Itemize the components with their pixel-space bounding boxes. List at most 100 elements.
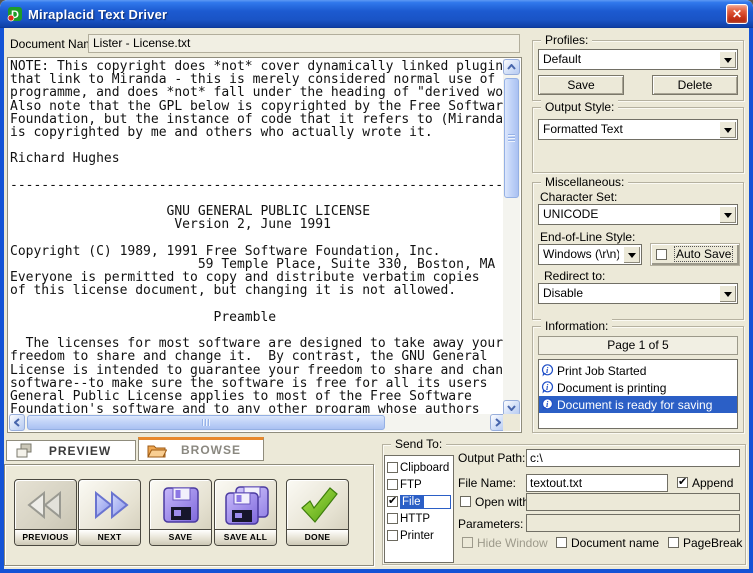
- output-path-label: Output Path:: [458, 451, 526, 465]
- tab-browse-label: BROWSE: [181, 443, 241, 457]
- info-icon: i: [541, 381, 554, 394]
- document-name-checkbox[interactable]: [556, 537, 567, 548]
- close-button[interactable]: ✕: [726, 4, 748, 24]
- chevron-down-icon: [507, 405, 516, 411]
- list-item[interactable]: i Print Job Started: [539, 362, 737, 379]
- send-target-ftp[interactable]: FTP: [385, 476, 453, 493]
- parameters-field[interactable]: [526, 514, 740, 532]
- save-button[interactable]: SAVE: [149, 479, 212, 546]
- scrollbar-corner: [503, 414, 520, 431]
- open-with-checkbox[interactable]: [460, 496, 471, 507]
- tab-preview-label: PREVIEW: [48, 443, 112, 458]
- open-with-label: Open with: [475, 495, 530, 509]
- document-viewer[interactable]: NOTE: This copyright does *not* cover dy…: [7, 57, 522, 433]
- send-to-list[interactable]: Clipboard FTP File HTTP Printer: [384, 455, 454, 563]
- parameters-label: Parameters:: [458, 517, 524, 531]
- next-button[interactable]: NEXT: [78, 479, 141, 546]
- tab-browse[interactable]: BROWSE: [138, 437, 264, 461]
- list-item-selected[interactable]: i Document is ready for saving: [539, 396, 737, 413]
- window-border-bottom: [0, 569, 753, 573]
- save-all-button[interactable]: SAVE ALL: [214, 479, 277, 546]
- character-set-dropdown-arrow-icon[interactable]: [719, 206, 736, 223]
- file-inline-edit[interactable]: [422, 494, 451, 509]
- output-path-field[interactable]: c:\: [526, 449, 740, 467]
- file-checkbox[interactable]: [387, 494, 398, 507]
- send-target-printer[interactable]: Printer: [385, 527, 453, 544]
- pagebreak-label: PageBreak: [683, 536, 743, 550]
- list-item-label: Print Job Started: [557, 363, 647, 378]
- output-style-dropdown-arrow-icon[interactable]: [719, 121, 736, 138]
- profile-dropdown-arrow-icon[interactable]: [719, 51, 736, 68]
- previous-button-label: PREVIOUS: [15, 529, 76, 545]
- save-profile-button[interactable]: Save: [538, 75, 624, 95]
- printer-checkbox[interactable]: [387, 530, 398, 541]
- save-button-label: SAVE: [150, 529, 211, 545]
- vertical-scroll-thumb[interactable]: [504, 78, 519, 198]
- append-checkbox[interactable]: [677, 475, 688, 488]
- eol-style-select[interactable]: Windows (\r\n): [538, 244, 642, 265]
- profile-selected-value: Default: [543, 52, 582, 66]
- profiles-group-label: Profiles:: [541, 33, 593, 47]
- send-target-clipboard[interactable]: Clipboard: [385, 459, 453, 476]
- vertical-scrollbar[interactable]: [503, 59, 520, 416]
- auto-save-label: Auto Save: [673, 246, 734, 262]
- file-name-label: File Name:: [458, 476, 517, 490]
- done-button[interactable]: DONE: [286, 479, 349, 546]
- page-indicator: Page 1 of 5: [538, 336, 738, 355]
- delete-profile-button[interactable]: Delete: [652, 75, 738, 95]
- document-text: NOTE: This copyright does *not* cover dy…: [10, 60, 504, 413]
- output-style-select[interactable]: Formatted Text: [538, 119, 738, 140]
- ftp-checkbox[interactable]: [387, 479, 398, 490]
- send-target-http[interactable]: HTTP: [385, 510, 453, 527]
- info-icon: i: [541, 364, 554, 377]
- tab-preview[interactable]: PREVIEW: [6, 440, 136, 461]
- hide-window-label: Hide Window: [477, 536, 548, 550]
- redirect-dropdown-arrow-icon[interactable]: [719, 285, 736, 302]
- list-item[interactable]: i Document is printing: [539, 379, 737, 396]
- output-style-group: Output Style:: [532, 100, 744, 173]
- window-title: Miraplacid Text Driver: [28, 6, 168, 22]
- eol-dropdown-arrow-icon[interactable]: [623, 246, 640, 263]
- file-name-field[interactable]: textout.txt: [526, 474, 668, 492]
- delete-profile-label: Delete: [677, 78, 713, 92]
- profile-select[interactable]: Default: [538, 49, 738, 70]
- save-profile-label: Save: [567, 78, 595, 92]
- chevron-left-icon: [14, 418, 20, 427]
- window-border-right: [749, 24, 753, 573]
- preview-icon: [16, 443, 32, 457]
- http-label: HTTP: [400, 512, 431, 525]
- clipboard-checkbox[interactable]: [387, 462, 398, 473]
- clipboard-label: Clipboard: [400, 461, 450, 474]
- pagebreak-checkbox[interactable]: [668, 537, 679, 548]
- previous-arrows-icon: [15, 480, 76, 530]
- character-set-select[interactable]: UNICODE: [538, 204, 738, 225]
- chevron-up-icon: [507, 64, 516, 70]
- auto-save-panel: Auto Save: [650, 243, 740, 266]
- http-checkbox[interactable]: [387, 513, 398, 524]
- scroll-up-button[interactable]: [503, 59, 520, 75]
- hide-window-checkbox: [462, 537, 473, 548]
- horizontal-scrollbar[interactable]: [9, 414, 506, 431]
- list-item-label: Document is printing: [557, 380, 667, 395]
- auto-save-checkbox[interactable]: [656, 249, 667, 260]
- title-bar[interactable]: D Miraplacid Text Driver ✕: [0, 0, 753, 28]
- miscellaneous-group-label: Miscellaneous:: [541, 175, 629, 189]
- scroll-left-button[interactable]: [9, 414, 25, 431]
- information-list[interactable]: i Print Job Started i Document is printi…: [538, 359, 738, 429]
- file-label: File: [400, 494, 423, 509]
- append-label: Append: [692, 476, 734, 490]
- folder-open-icon: [147, 445, 167, 458]
- redirect-select[interactable]: Disable: [538, 283, 738, 304]
- previous-button[interactable]: PREVIOUS: [14, 479, 77, 546]
- send-target-file[interactable]: File: [385, 493, 453, 510]
- output-style-group-label: Output Style:: [541, 100, 619, 114]
- information-group-label: Information:: [541, 319, 613, 333]
- open-with-field[interactable]: [526, 493, 740, 511]
- redirect-label: Redirect to:: [544, 269, 606, 283]
- done-button-label: DONE: [287, 529, 348, 545]
- character-set-label: Character Set:: [540, 190, 618, 204]
- save-all-button-label: SAVE ALL: [215, 529, 276, 545]
- printer-label: Printer: [400, 529, 434, 542]
- horizontal-scroll-thumb[interactable]: [27, 415, 385, 430]
- next-arrows-icon: [79, 480, 140, 530]
